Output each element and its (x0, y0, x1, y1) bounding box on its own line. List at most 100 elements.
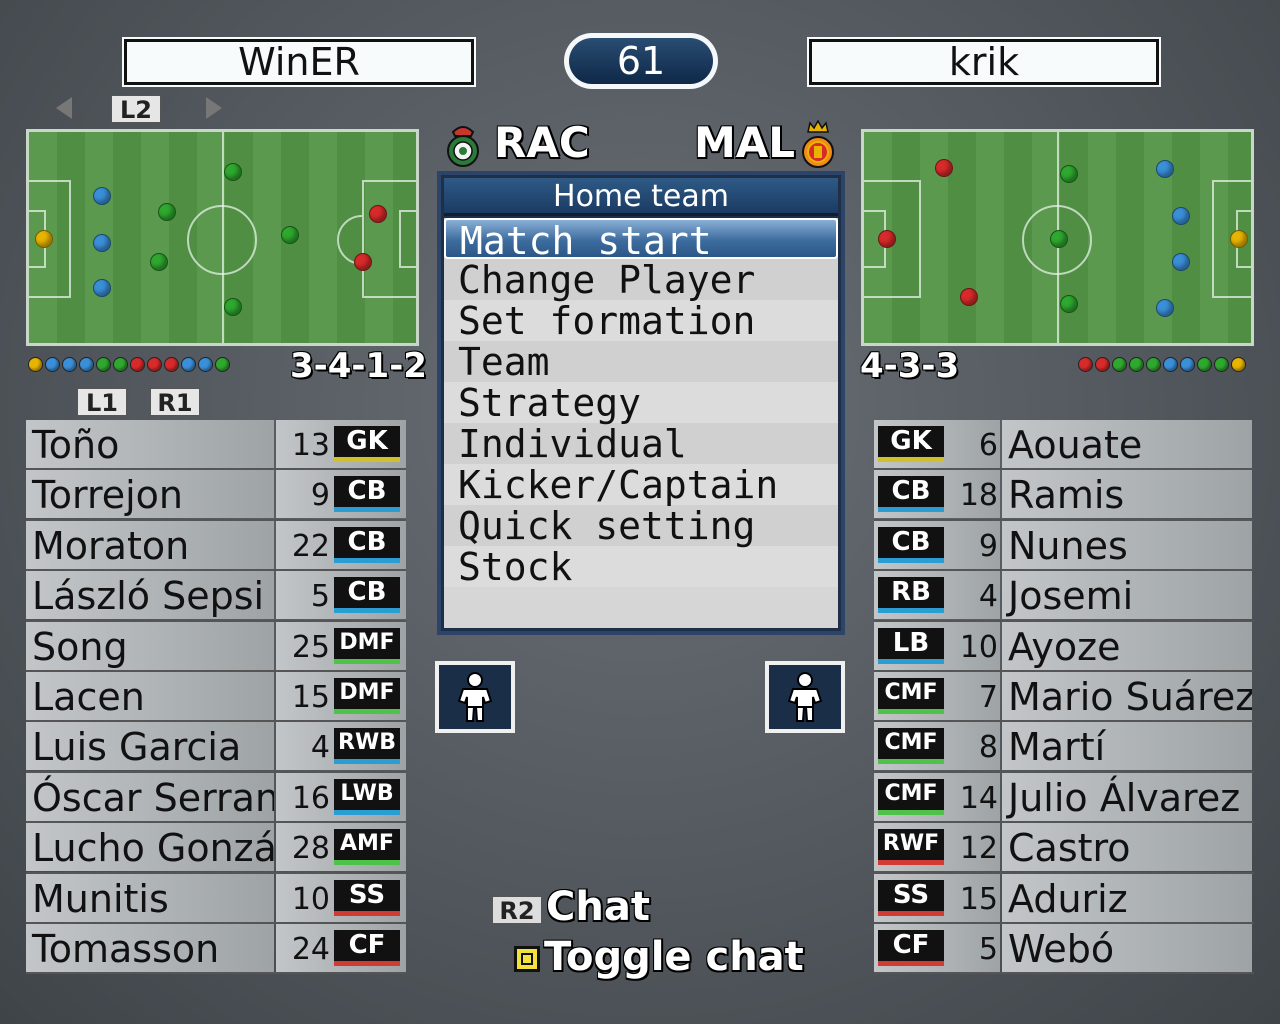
roster-row[interactable]: LB 10 Ayoze (874, 621, 1254, 672)
forward-marker[interactable] (878, 230, 896, 248)
midfielder-marker[interactable] (158, 203, 176, 221)
gk-marker[interactable] (1230, 230, 1248, 248)
home-formation-pitch[interactable] (26, 129, 419, 346)
player-name: Moraton (26, 520, 274, 569)
roster-row[interactable]: CF 5 Webó (874, 923, 1254, 975)
roster-row[interactable]: Tomasson 24 CF (26, 923, 406, 975)
player-name: Torrejon (26, 470, 274, 519)
player-name: Munitis (26, 873, 274, 922)
away-kit-button[interactable] (765, 661, 845, 733)
player-name: László Sepsi (26, 571, 274, 620)
home-kit-button[interactable] (435, 661, 515, 733)
defender-marker[interactable] (1172, 253, 1190, 271)
l2-button[interactable]: L2 (111, 95, 161, 124)
position-badge: RWB (334, 728, 400, 765)
next-arrow-icon[interactable] (206, 97, 222, 119)
roster-row[interactable]: Lucho González28AMF (26, 823, 406, 874)
midfielder-marker[interactable] (1060, 295, 1078, 313)
midfielder-marker[interactable] (281, 226, 299, 244)
position-badge: SS (334, 879, 400, 916)
square-button-icon[interactable] (514, 946, 540, 972)
position-badge: DMF (334, 627, 400, 664)
roster-row[interactable]: CMF 7 Mario Suárez (874, 671, 1254, 723)
player-name: Castro (1002, 823, 1252, 872)
roster-row[interactable]: Luis Garcia 4 RWB (26, 722, 406, 773)
prev-arrow-icon[interactable] (56, 97, 72, 119)
roster-row[interactable]: SS 15 Aduriz (874, 873, 1254, 924)
defender-marker[interactable] (93, 279, 111, 297)
r2-button[interactable]: R2 (492, 896, 542, 925)
position-badge: AMF (334, 829, 400, 866)
menu-item-change-player[interactable]: Change Player (444, 259, 838, 301)
forward-marker[interactable] (935, 159, 953, 177)
player-number: 18 (959, 478, 998, 514)
position-badge: CB (878, 526, 944, 563)
forward-marker[interactable] (354, 253, 372, 271)
menu-item-match-start[interactable]: Match start (444, 218, 838, 262)
midfielder-marker[interactable] (1050, 230, 1068, 248)
away-formation-pitch[interactable] (861, 129, 1254, 346)
midfielder-marker[interactable] (1060, 165, 1078, 183)
roster-row[interactable]: Lacen 15 DMF (26, 671, 406, 723)
midfielder-marker[interactable] (224, 298, 242, 316)
defender-marker[interactable] (1156, 160, 1174, 178)
player-number: 14 (959, 780, 998, 816)
roster-row[interactable]: CB 18 Ramis (874, 470, 1254, 521)
position-badge: LB (878, 627, 944, 664)
defender-marker[interactable] (1156, 299, 1174, 317)
roster-row[interactable]: CMF 8 Martí (874, 722, 1254, 773)
roster-row[interactable]: RWF 12 Castro (874, 823, 1254, 874)
player-name: Aduriz (1002, 873, 1252, 922)
midfielder-marker[interactable] (224, 163, 242, 181)
match-timer: 61 (564, 33, 718, 89)
player-name: Aouate (1002, 420, 1252, 468)
player-name: Nunes (1002, 520, 1252, 569)
home-roster: Toño 13 GK Torrejon 9 CB Moraton 22 CB László Sep… (26, 420, 406, 975)
player-name: Song (26, 621, 274, 670)
menu-item-quick-setting[interactable]: Quick setting (444, 505, 838, 547)
position-badge: DMF (334, 677, 400, 714)
forward-marker[interactable] (960, 288, 978, 306)
defender-marker[interactable] (93, 234, 111, 252)
menu-item-set-formation[interactable]: Set formation (444, 300, 838, 342)
forward-marker[interactable] (369, 205, 387, 223)
roster-row[interactable]: Toño 13 GK (26, 420, 406, 471)
away-user-name: krik (807, 37, 1161, 87)
away-formation: 4-3-3 (860, 346, 960, 386)
menu-item-kicker-captain[interactable]: Kicker/Captain (444, 464, 838, 506)
roster-row[interactable]: László Sepsi 5 CB (26, 571, 406, 622)
menu-item-strategy[interactable]: Strategy (444, 382, 838, 424)
away-team-abbr: MAL (694, 118, 796, 167)
roster-row[interactable]: Moraton 22 CB (26, 520, 406, 572)
defender-marker[interactable] (1172, 207, 1190, 225)
l1-button[interactable]: L1 (77, 388, 127, 417)
player-number: 7 (978, 679, 998, 715)
chat-label: Chat (546, 884, 650, 930)
roster-row[interactable]: Munitis 10 SS (26, 873, 406, 924)
defender-marker[interactable] (93, 187, 111, 205)
roster-row[interactable]: RB 4 Josemi (874, 571, 1254, 622)
roster-row[interactable]: CMF 14 Julio Álvarez (874, 772, 1254, 824)
menu-item-team[interactable]: Team (444, 341, 838, 383)
home-formation: 3-4-1-2 (290, 346, 427, 386)
player-kit-icon (457, 672, 493, 722)
roster-row[interactable]: GK 6 Aouate (874, 420, 1254, 471)
toggle-chat-label: Toggle chat (544, 934, 804, 980)
roster-row[interactable]: Óscar Serrano16LWB (26, 772, 406, 824)
menu-item-individual[interactable]: Individual (444, 423, 838, 465)
roster-row[interactable]: Torrejon 9 CB (26, 470, 406, 521)
menu-item-stock[interactable]: Stock (444, 546, 838, 588)
gk-marker[interactable] (35, 230, 53, 248)
player-name: Webó (1002, 923, 1252, 972)
r1-button[interactable]: R1 (150, 388, 200, 417)
player-name: Ramis (1002, 470, 1252, 519)
player-kit-icon (787, 672, 823, 722)
home-crest-icon (444, 122, 482, 168)
roster-row[interactable]: Song 25 DMF (26, 621, 406, 672)
menu-header: Home team (444, 178, 838, 216)
player-number: 12 (959, 831, 998, 867)
midfielder-marker[interactable] (150, 253, 168, 271)
roster-row[interactable]: CB 9 Nunes (874, 520, 1254, 572)
away-crest-icon (800, 119, 836, 170)
player-number: 8 (978, 730, 998, 766)
